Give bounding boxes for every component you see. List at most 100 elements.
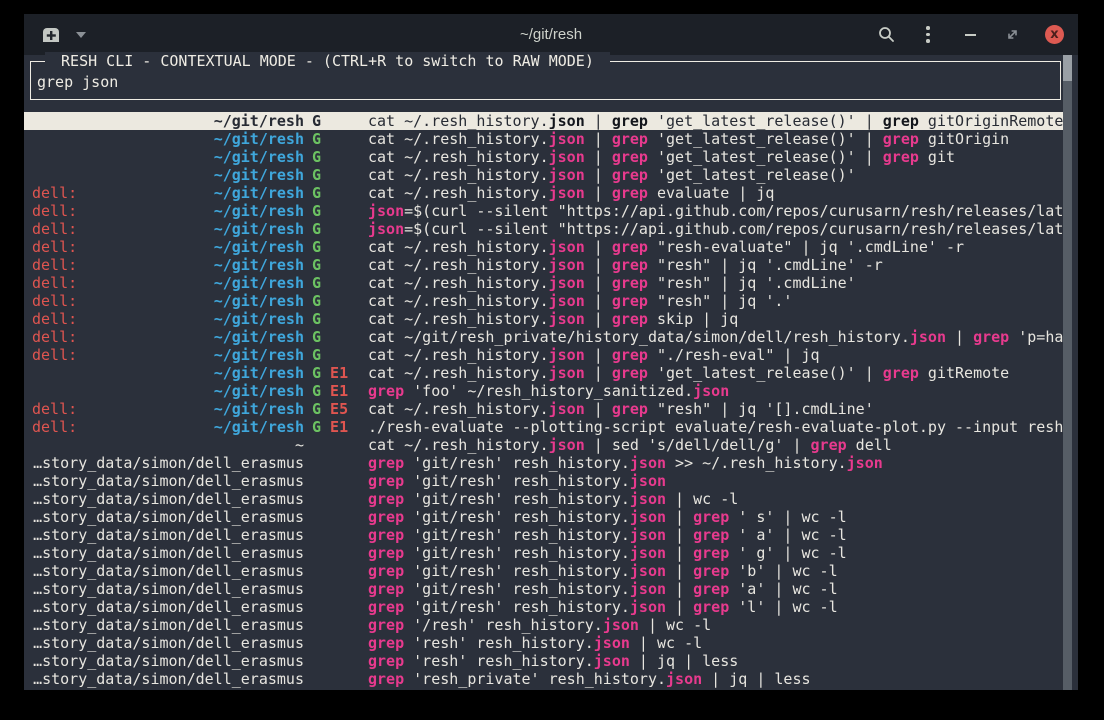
flags-cell: G (304, 346, 358, 364)
restore-button[interactable] (1003, 26, 1021, 44)
flags-cell: G (304, 220, 358, 238)
host-path-cell: dell:~/git/resh (32, 346, 304, 364)
path-label: ~/git/resh (214, 346, 304, 364)
host-path-cell: ~/git/resh (32, 166, 304, 184)
path-label: …story_data/simon/dell_erasmus (33, 490, 304, 508)
flags-cell (304, 670, 358, 688)
history-row[interactable]: ~/git/reshG E1cat ~/.resh_history.json |… (24, 364, 1063, 382)
search-icon[interactable] (877, 26, 895, 44)
flags-cell: G (304, 184, 358, 202)
history-row[interactable]: …story_data/simon/dell_erasmusgrep 'git/… (24, 544, 1063, 562)
git-flag: G (312, 400, 321, 418)
path-label: ~/git/resh (214, 166, 304, 184)
git-flag: G (312, 202, 321, 220)
command-text: cat ~/.resh_history.json | grep 'get_lat… (358, 166, 1063, 184)
history-row[interactable]: dell:~/git/reshGcat ~/.resh_history.json… (24, 184, 1063, 202)
search-query-input[interactable]: grep json (37, 73, 118, 91)
flags-cell: G (304, 112, 358, 130)
exit-code-flag: E1 (321, 418, 348, 436)
history-row[interactable]: dell:~/git/reshGcat ~/git/resh_private/h… (24, 328, 1063, 346)
git-flag: G (312, 130, 321, 148)
history-row[interactable]: …story_data/simon/dell_erasmusgrep 'git/… (24, 508, 1063, 526)
history-row[interactable]: …story_data/simon/dell_erasmusgrep '/res… (24, 616, 1063, 634)
host-path-cell: ~ (32, 436, 304, 454)
history-row[interactable]: …story_data/simon/dell_erasmusgrep 'resh… (24, 670, 1063, 688)
flags-cell: G E1 (304, 418, 358, 436)
path-label: ~/git/resh (214, 220, 304, 238)
host-path-cell: ~/git/resh (32, 148, 304, 166)
command-text: grep 'git/resh' resh_history.json | grep… (358, 562, 1063, 580)
history-row[interactable]: dell:~/git/reshGcat ~/.resh_history.json… (24, 256, 1063, 274)
history-row[interactable]: …story_data/simon/dell_erasmus grep 'git/… (24, 472, 1063, 490)
host-label: dell: (32, 274, 77, 292)
tab-dropdown-icon[interactable] (76, 32, 86, 38)
history-row[interactable]: …story_data/simon/dell_erasmusgrep 'git/… (24, 526, 1063, 544)
host-path-cell: dell:~/git/resh (32, 202, 304, 220)
new-tab-button[interactable] (40, 25, 64, 44)
menu-kebab-icon[interactable] (919, 26, 937, 44)
close-button[interactable]: x (1045, 25, 1064, 44)
history-row[interactable]: ~/git/resh Gcat ~/.resh_history.json | gr… (24, 130, 1063, 148)
command-text: grep 'git/resh' resh_history.json | grep… (358, 508, 1063, 526)
history-row[interactable]: ~/git/reshGcat ~/.resh_history.json | gr… (24, 166, 1063, 184)
history-row[interactable]: dell:~/git/reshGcat ~/.resh_history.json… (24, 346, 1063, 364)
history-row[interactable]: dell:~/git/reshGjson=$(curl --silent "ht… (24, 202, 1063, 220)
history-row[interactable]: dell:~/git/reshGcat ~/.resh_history.json… (24, 274, 1063, 292)
history-row[interactable]: dell:~/git/reshGcat ~/.resh_history.json… (24, 292, 1063, 310)
history-row[interactable]: dell:~/git/reshG E5cat ~/.resh_history.j… (24, 400, 1063, 418)
history-row[interactable]: dell:~/git/reshGcat ~/.resh_history.json… (24, 310, 1063, 328)
history-row[interactable]: …story_data/simon/dell_erasmusgrep 'resh… (24, 652, 1063, 670)
command-text: cat ~/.resh_history.json | grep "./resh-… (358, 346, 1063, 364)
history-row[interactable]: …story_data/simon/dell_erasmusgrep 'git/… (24, 580, 1063, 598)
close-icon: x (1050, 27, 1058, 42)
flags-cell (304, 526, 358, 544)
host-path-cell: dell:~/git/resh (32, 292, 304, 310)
command-text: cat ~/git/resh_private/history_data/simo… (358, 328, 1063, 346)
scrollbar-thumb[interactable] (1063, 55, 1072, 81)
git-flag: G (312, 382, 321, 400)
path-label: …story_data/simon/dell_erasmus (33, 454, 304, 472)
host-path-cell: …story_data/simon/dell_erasmus (32, 580, 304, 598)
path-label: …story_data/simon/dell_erasmus (33, 562, 304, 580)
host-path-cell: …story_data/simon/dell_erasmus (32, 472, 304, 490)
command-text: cat ~/.resh_history.json | grep 'get_lat… (358, 364, 1063, 382)
command-text: ./resh-evaluate --plotting-script evalua… (358, 418, 1063, 436)
host-path-cell: dell:~/git/resh (32, 256, 304, 274)
path-label: …story_data/simon/dell_erasmus (33, 670, 304, 688)
command-text: grep 'git/resh' resh_history.json (358, 472, 1063, 490)
minimize-button[interactable] (961, 26, 979, 44)
host-path-cell: dell:~/git/resh (32, 310, 304, 328)
history-row[interactable]: …story_data/simon/dell_erasmus grep 'git/… (24, 562, 1063, 580)
command-text: cat ~/.resh_history.json | grep 'get_lat… (358, 130, 1063, 148)
history-row[interactable]: ~cat ~/.resh_history.json | sed 's/dell/… (24, 436, 1063, 454)
flags-cell: G (304, 256, 358, 274)
flags-cell: G E1 (304, 364, 358, 382)
command-text: grep '/resh' resh_history.json | wc -l (358, 616, 1063, 634)
host-path-cell: ~/git/resh (32, 130, 304, 148)
flags-cell: G (304, 238, 358, 256)
history-row[interactable]: …story_data/simon/dell_erasmusgrep 'git/… (24, 454, 1063, 472)
history-row[interactable]: ~/git/reshGcat ~/.resh_history.json | gr… (24, 148, 1063, 166)
git-flag: G (312, 274, 321, 292)
command-text: cat ~/.resh_history.json | grep 'get_lat… (358, 112, 1063, 130)
git-flag: G (312, 148, 321, 166)
path-label: ~/git/resh (214, 310, 304, 328)
host-path-cell: …story_data/simon/dell_erasmus (32, 490, 304, 508)
history-row[interactable]: ~/git/reshG E1grep 'foo' ~/resh_history_… (24, 382, 1063, 400)
history-row[interactable]: …story_data/simon/dell_erasmusgrep 'resh… (24, 634, 1063, 652)
terminal-content[interactable]: RESH CLI - CONTEXTUAL MODE - (CTRL+R to … (24, 55, 1078, 690)
command-text: cat ~/.resh_history.json | grep skip | j… (358, 310, 1063, 328)
history-row[interactable]: …story_data/simon/dell_erasmusgrep 'git/… (24, 598, 1063, 616)
history-row[interactable]: dell:~/git/reshGcat ~/.resh_history.json… (24, 238, 1063, 256)
history-row[interactable]: …story_data/simon/dell_erasmusgrep 'git/… (24, 490, 1063, 508)
history-row[interactable]: dell:~/git/reshGjson=$(curl --silent "ht… (24, 220, 1063, 238)
path-label: ~ (295, 436, 304, 454)
path-label: …story_data/simon/dell_erasmus (33, 472, 304, 490)
flags-cell (304, 454, 358, 472)
history-row[interactable]: ~/git/reshGcat ~/.resh_history.json | gr… (24, 112, 1063, 130)
path-label: ~/git/resh (214, 148, 304, 166)
scrollbar[interactable] (1063, 55, 1072, 690)
command-text: grep 'foo' ~/resh_history_sanitized.json (358, 382, 1063, 400)
history-row[interactable]: dell:~/git/reshG E1./resh-evaluate --plo… (24, 418, 1063, 436)
flags-cell: G (304, 166, 358, 184)
